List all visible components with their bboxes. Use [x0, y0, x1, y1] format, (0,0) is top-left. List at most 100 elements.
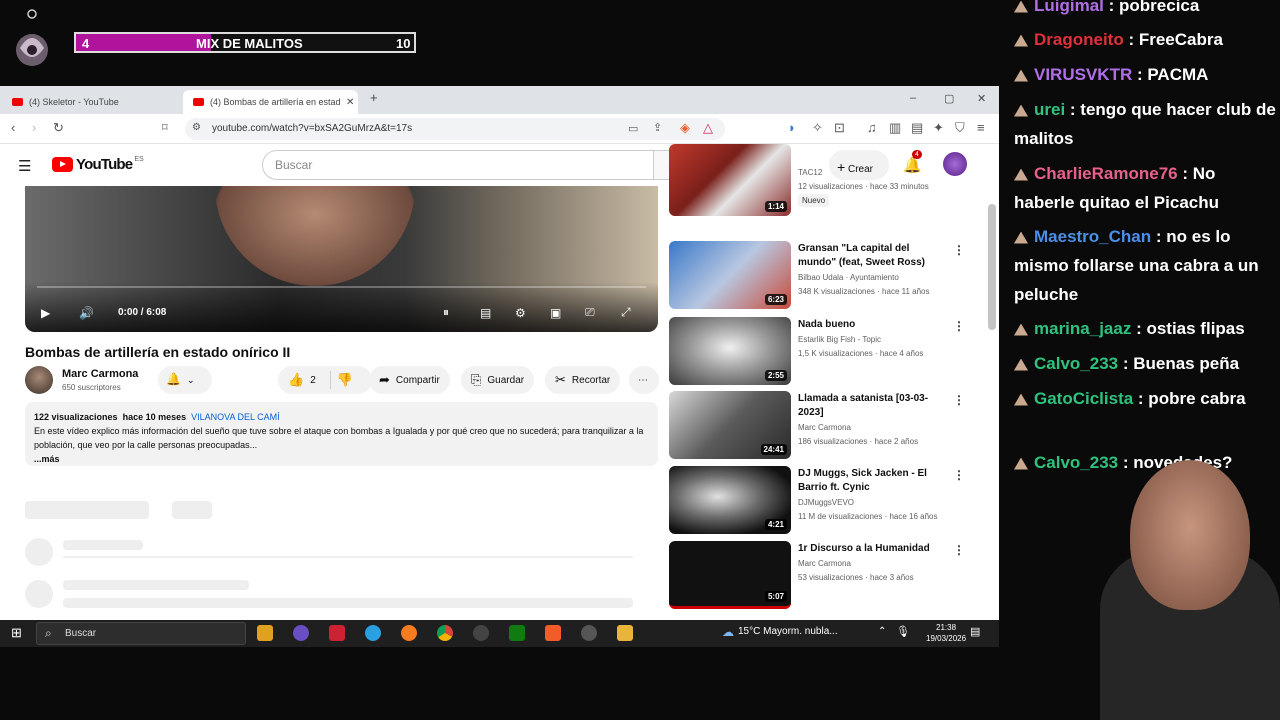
- site-info-icon[interactable]: ⚙: [192, 122, 201, 133]
- brave-icon[interactable]: [545, 625, 561, 641]
- music-icon[interactable]: ♫: [867, 120, 877, 135]
- menu-icon[interactable]: ☰: [18, 157, 31, 175]
- tab-bombas[interactable]: (4) Bombas de artillería en estad ✕: [183, 90, 358, 114]
- related-title[interactable]: DJ Muggs, Sick Jacken - El Barrio ft. Cy…: [798, 467, 948, 495]
- share-button[interactable]: ➦ Compartir: [369, 366, 450, 394]
- chrome-icon[interactable]: [437, 625, 453, 641]
- fullscreen-icon[interactable]: ⤢: [621, 305, 631, 320]
- search-input[interactable]: Buscar: [262, 150, 654, 180]
- more-options-icon[interactable]: ⋮: [953, 319, 965, 333]
- settings-icon[interactable]: ⚙: [515, 306, 526, 320]
- bookmark-icon[interactable]: ⌑: [162, 121, 168, 134]
- page-scrollbar[interactable]: [988, 204, 996, 330]
- notification-center-icon[interactable]: ▤: [970, 625, 980, 638]
- folder-icon[interactable]: [617, 625, 633, 641]
- ai-icon[interactable]: ✦: [933, 120, 944, 136]
- obs-icon[interactable]: [581, 625, 597, 641]
- volume-icon[interactable]: 🔊: [79, 306, 94, 320]
- audio-icon[interactable]: ◗: [788, 120, 796, 135]
- taskbar-search[interactable]: ⌕ Buscar: [36, 622, 246, 645]
- autoplay-toggle-icon[interactable]: ⏸: [443, 305, 449, 320]
- clip-button[interactable]: ✂ Recortar: [545, 366, 621, 394]
- store-icon[interactable]: [257, 625, 273, 641]
- miniplayer-icon[interactable]: ▣: [550, 306, 561, 320]
- back-icon[interactable]: ‹: [11, 120, 15, 135]
- related-title[interactable]: 1r Discurso a la Humanidad: [798, 542, 948, 556]
- windows-start-icon[interactable]: ⊞: [11, 625, 22, 641]
- video-thumbnail[interactable]: 5:07: [669, 541, 791, 609]
- app-icon[interactable]: [329, 625, 345, 641]
- video-thumbnail[interactable]: 24:41: [669, 391, 791, 459]
- related-video[interactable]: 6:23 Gransan "La capital del mundo" (fea…: [669, 241, 969, 311]
- channel-name[interactable]: Marc Carmona: [62, 368, 138, 380]
- related-channel[interactable]: TAC12: [798, 168, 822, 177]
- more-options-icon[interactable]: ⋮: [953, 468, 965, 482]
- tab-skeletor[interactable]: (4) Skeletor - YouTube: [2, 90, 180, 114]
- xbox-icon[interactable]: [509, 625, 525, 641]
- related-channel[interactable]: DJMuggsVEVO: [798, 498, 854, 507]
- more-actions-button[interactable]: ⋯: [629, 366, 659, 394]
- description-text: En este vídeo explico más información de…: [34, 426, 644, 450]
- close-button[interactable]: ✕: [977, 92, 986, 105]
- play-icon[interactable]: ▶: [41, 306, 50, 320]
- forward-icon[interactable]: ›: [32, 120, 36, 135]
- video-thumbnail[interactable]: 2:55: [669, 317, 791, 385]
- related-channel[interactable]: Estarlik Big Fish - Topic: [798, 335, 881, 344]
- save-button[interactable]: ⎘ Guardar: [461, 366, 535, 394]
- related-title[interactable]: Gransan "La capital del mundo" (feat, Sw…: [798, 242, 948, 270]
- vpn-icon[interactable]: ⛉: [955, 120, 965, 136]
- reload-icon[interactable]: ↻: [53, 120, 64, 136]
- firefox-icon[interactable]: [401, 625, 417, 641]
- related-channel[interactable]: Marc Carmona: [798, 423, 851, 432]
- brave-rewards-icon[interactable]: △: [703, 120, 713, 136]
- location-link[interactable]: VILANOVA DEL CAMÍ: [191, 412, 280, 422]
- youtube-logo[interactable]: YouTube ES: [52, 156, 144, 173]
- clip-label: Recortar: [571, 374, 611, 386]
- description-box[interactable]: 122 visualizaciones hace 10 meses VILANO…: [25, 402, 658, 466]
- new-tab-button[interactable]: +: [370, 90, 378, 105]
- restore-button[interactable]: ▢: [944, 92, 954, 105]
- video-player[interactable]: ▶ 🔊 0:00 / 6:08 ⏸ ▤ ⚙ ▣ ⎚ ⤢: [25, 186, 658, 332]
- mic-icon[interactable]: 🎙: [896, 625, 910, 638]
- minimize-button[interactable]: –: [910, 92, 916, 104]
- brave-shield-icon[interactable]: ◈: [680, 120, 690, 136]
- related-video[interactable]: 4:21 DJ Muggs, Sick Jacken - El Barrio f…: [669, 466, 969, 536]
- related-title[interactable]: Llamada a satanista [03-03-2023]: [798, 392, 948, 420]
- telegram-icon[interactable]: [365, 625, 381, 641]
- menu-icon[interactable]: ≡: [977, 120, 985, 135]
- sidebar-icon[interactable]: ▥: [889, 120, 901, 136]
- url-field[interactable]: youtube.com/watch?v=bxSA2GuMrzA&t=17s: [185, 118, 725, 140]
- tab-close-icon[interactable]: ✕: [346, 97, 354, 108]
- subscription-bell-button[interactable]: 🔔 ⌄: [158, 366, 212, 394]
- more-options-icon[interactable]: ⋮: [953, 543, 965, 557]
- related-title[interactable]: Nada bueno: [798, 318, 948, 332]
- related-video[interactable]: 2:55 Nada bueno Estarlik Big Fish - Topi…: [669, 317, 969, 387]
- more-options-icon[interactable]: ⋮: [953, 393, 965, 407]
- related-channel[interactable]: Bilbao Udala · Ayuntamiento: [798, 273, 899, 282]
- show-more-link[interactable]: ...más: [34, 452, 649, 466]
- video-thumbnail[interactable]: 1:14: [669, 144, 791, 216]
- clock[interactable]: 21:38 19/03/2026: [926, 622, 966, 644]
- cast-icon[interactable]: ▭: [628, 122, 638, 135]
- related-channel[interactable]: Marc Carmona: [798, 559, 851, 568]
- cast-icon[interactable]: ⎚: [585, 305, 595, 320]
- extension-icon[interactable]: ✧: [812, 120, 823, 136]
- like-button[interactable]: 👍 2 👎: [278, 366, 372, 394]
- related-video[interactable]: 5:07 1r Discurso a la Humanidad Marc Car…: [669, 541, 969, 611]
- related-video[interactable]: 24:41 Llamada a satanista [03-03-2023] M…: [669, 391, 969, 461]
- share-icon[interactable]: ⇪: [653, 121, 662, 134]
- video-thumbnail[interactable]: 4:21: [669, 466, 791, 534]
- thumbs-down-icon[interactable]: 👎: [337, 372, 353, 388]
- screenshot-icon[interactable]: ⊡: [834, 120, 845, 136]
- media-player-icon[interactable]: [473, 625, 489, 641]
- app-icon[interactable]: [293, 625, 309, 641]
- channel-avatar[interactable]: [25, 366, 53, 394]
- wallet-icon[interactable]: ▤: [911, 120, 923, 136]
- seek-bar[interactable]: [37, 286, 646, 288]
- chevron-up-icon[interactable]: ⌃: [878, 626, 886, 637]
- video-thumbnail[interactable]: 6:23: [669, 241, 791, 309]
- subtitles-icon[interactable]: ▤: [480, 306, 491, 320]
- weather-label[interactable]: 15°C Mayorm. nubla...: [738, 626, 838, 637]
- related-video[interactable]: 1:14 TAC12 12 visualizaciones · hace 33 …: [669, 144, 969, 234]
- more-options-icon[interactable]: ⋮: [953, 243, 965, 257]
